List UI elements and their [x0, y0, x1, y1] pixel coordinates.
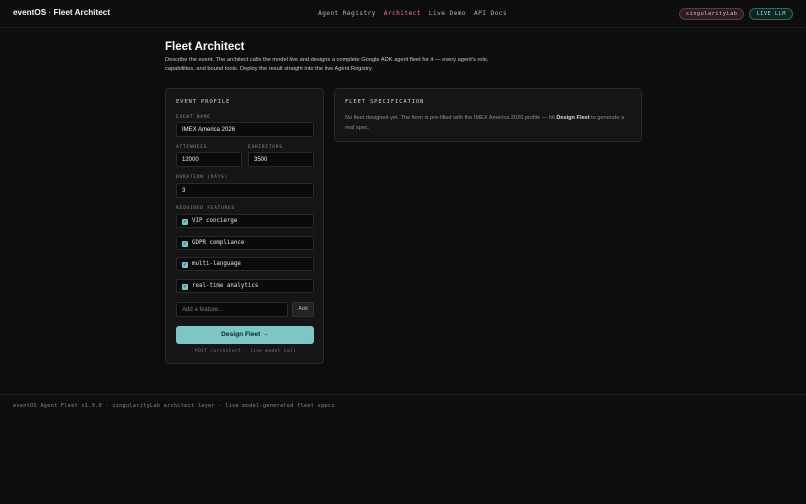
header-pills: singularityLab LIVE LLM	[678, 8, 793, 20]
top-bar: eventOS · Fleet Architect Agent Registry…	[0, 0, 806, 28]
checkbox-checked-icon[interactable]: ✓	[182, 261, 188, 268]
live-llm-badge: LIVE LLM	[749, 8, 793, 20]
checkbox-checked-icon[interactable]: ✓	[182, 240, 188, 247]
feature-label: multi-language	[192, 261, 241, 267]
checkbox-checked-icon[interactable]: ✓	[182, 218, 188, 225]
nav-api-docs[interactable]: API Docs	[474, 10, 507, 17]
event-name-input[interactable]: IMEX America 2026	[176, 122, 314, 137]
user-badge[interactable]: singularityLab	[678, 8, 745, 20]
footer-text: eventOS Agent Fleet v1.0.0 · singularity…	[13, 403, 335, 409]
add-feature-input[interactable]: Add a feature...	[176, 302, 288, 317]
brand-separator: ·	[48, 8, 52, 17]
brand-product: Fleet Architect	[53, 8, 111, 17]
fleet-spec-heading: FLEET SPECIFICATION	[345, 99, 425, 105]
checkbox-checked-icon[interactable]: ✓	[182, 283, 188, 290]
feature-item-vip-concierge[interactable]: ✓ VIP concierge	[176, 214, 314, 228]
nav-live-demo[interactable]: Live Demo	[429, 10, 466, 17]
brand-name: eventOS	[13, 8, 47, 17]
feature-label: VIP concierge	[192, 218, 238, 224]
nav-agent-registry[interactable]: Agent Registry	[318, 10, 376, 17]
attendees-label: ATTENDEES	[176, 145, 208, 150]
spec-text-bold: Design Fleet	[556, 115, 590, 121]
fleet-specification-panel: FLEET SPECIFICATION No fleet designed ye…	[334, 88, 642, 142]
event-profile-panel: EVENT PROFILE EVENT NAME IMEX America 20…	[165, 88, 324, 364]
feature-label: GDPR compliance	[192, 240, 245, 246]
footer-divider	[0, 394, 806, 395]
event-profile-heading: EVENT PROFILE	[176, 99, 231, 105]
add-feature-button[interactable]: Add	[292, 302, 314, 317]
feature-item-real-time-analytics[interactable]: ✓ real-time analytics	[176, 279, 314, 293]
fleet-spec-empty-text: No fleet designed yet. The form is pre-f…	[345, 114, 630, 133]
main-nav: Agent Registry Architect Live Demo API D…	[318, 10, 507, 17]
feature-item-gdpr-compliance[interactable]: ✓ GDPR compliance	[176, 236, 314, 250]
nav-architect[interactable]: Architect	[384, 10, 421, 17]
page-title: Fleet Architect	[165, 41, 245, 53]
duration-input[interactable]: 3	[176, 183, 314, 198]
attendees-input[interactable]: 12000	[176, 152, 242, 167]
page-description: Describe the event. The architect calls …	[165, 57, 489, 72]
event-name-label: EVENT NAME	[176, 115, 211, 120]
feature-item-multi-language[interactable]: ✓ multi-language	[176, 257, 314, 271]
exhibitors-label: EXHIBITORS	[248, 145, 283, 150]
design-fleet-button[interactable]: Design Fleet →	[176, 326, 314, 344]
required-features-label: REQUIRED FEATURES	[176, 206, 235, 211]
spec-text-before: No fleet designed yet. The form is pre-f…	[345, 115, 557, 121]
brand-logo[interactable]: eventOS · Fleet Architect	[13, 8, 110, 17]
feature-label: real-time analytics	[192, 283, 259, 289]
duration-label: DURATION (DAYS)	[176, 175, 228, 180]
exhibitors-input[interactable]: 3500	[248, 152, 314, 167]
endpoint-note: POST /architect · live model call	[194, 349, 297, 354]
